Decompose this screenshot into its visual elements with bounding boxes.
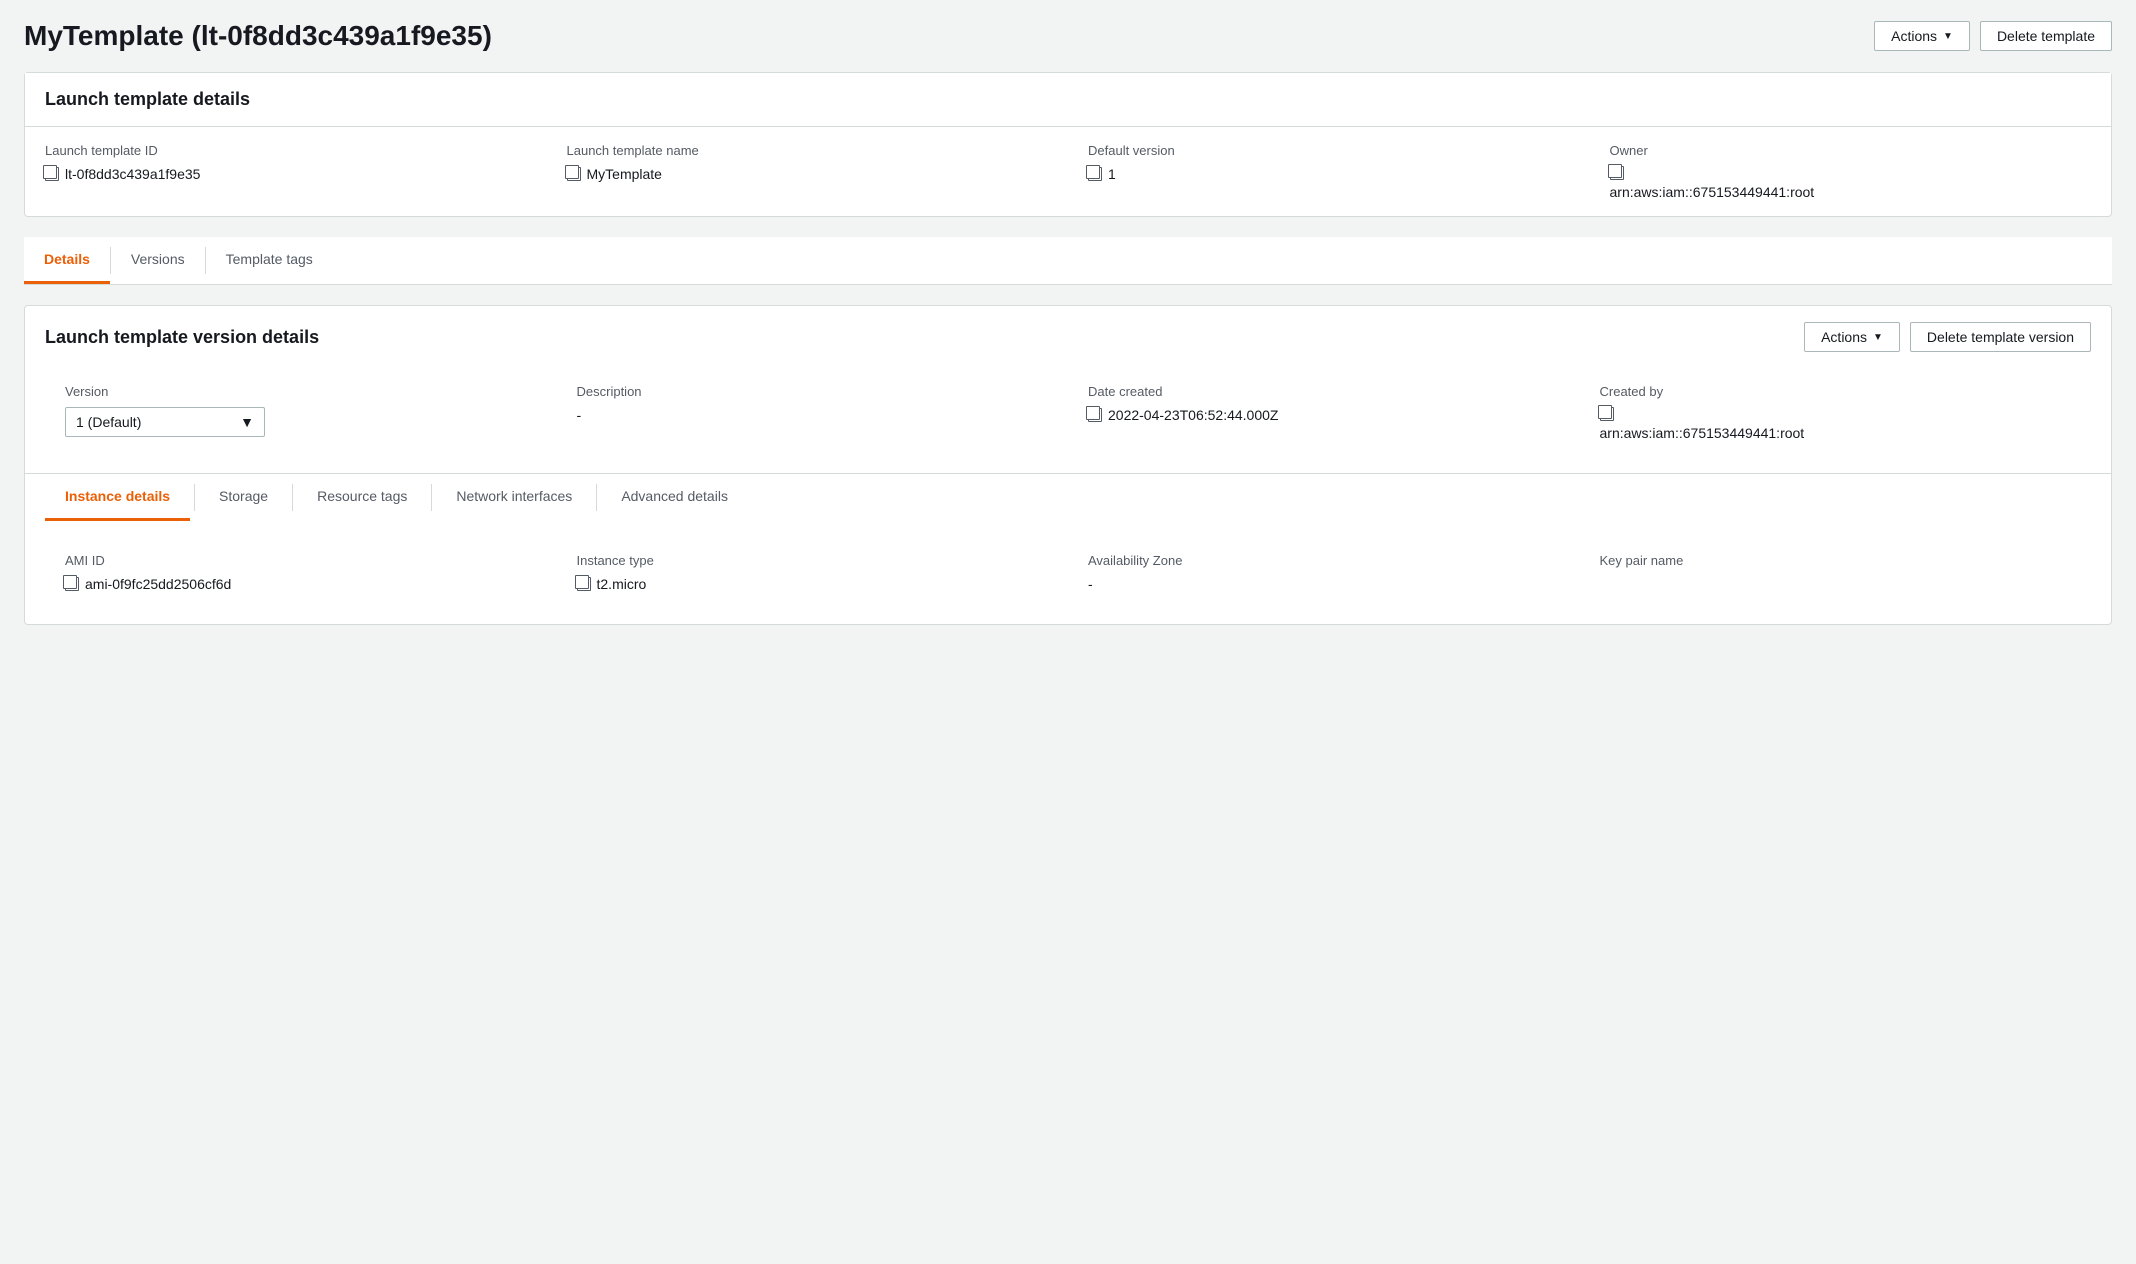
instance-type-label: Instance type <box>577 553 1049 568</box>
instance-type-text: t2.micro <box>597 576 647 592</box>
copy-icon[interactable] <box>1610 166 1624 180</box>
copy-icon[interactable] <box>1088 167 1102 181</box>
inner-tab-instance-details[interactable]: Instance details <box>45 474 190 521</box>
owner-field: Owner arn:aws:iam::675153449441:root <box>1590 127 2112 216</box>
copy-icon[interactable] <box>65 577 79 591</box>
inner-tabs: Instance details Storage Resource tags N… <box>25 473 2111 521</box>
date-created-text: 2022-04-23T06:52:44.000Z <box>1108 407 1278 423</box>
header-actions: Actions ▼ Delete template <box>1874 21 2112 51</box>
copy-icon[interactable] <box>45 167 59 181</box>
instance-type-value: t2.micro <box>577 576 1049 592</box>
version-details-title: Launch template version details <box>45 327 319 348</box>
launch-template-name-text: MyTemplate <box>587 166 662 182</box>
inner-tab-separator-2 <box>292 484 293 511</box>
launch-template-name-label: Launch template name <box>567 143 1049 158</box>
description-label: Description <box>577 384 1049 399</box>
delete-template-version-button[interactable]: Delete template version <box>1910 322 2091 352</box>
launch-template-details-card: Launch template details Launch template … <box>24 72 2112 217</box>
default-version-field: Default version 1 <box>1068 127 1590 216</box>
inner-tab-network-interfaces[interactable]: Network interfaces <box>436 474 592 521</box>
version-actions-label: Actions <box>1821 329 1867 345</box>
copy-icon[interactable] <box>577 577 591 591</box>
launch-template-details-header: Launch template details <box>25 73 2111 127</box>
created-by-field: Created by arn:aws:iam::675153449441:roo… <box>1580 368 2092 457</box>
launch-template-id-value: lt-0f8dd3c439a1f9e35 <box>45 166 527 182</box>
version-select-value: 1 (Default) <box>76 414 141 430</box>
ami-id-label: AMI ID <box>65 553 537 568</box>
inner-tab-separator-4 <box>596 484 597 511</box>
description-value: - <box>577 407 1049 423</box>
launch-template-id-field: Launch template ID lt-0f8dd3c439a1f9e35 <box>25 127 547 216</box>
default-version-label: Default version <box>1088 143 1570 158</box>
launch-template-id-label: Launch template ID <box>45 143 527 158</box>
main-tabs-list: Details Versions Template tags <box>24 237 2112 284</box>
version-label: Version <box>65 384 537 399</box>
version-field: Version 1 (Default) ▼ <box>45 368 557 457</box>
launch-template-id-text: lt-0f8dd3c439a1f9e35 <box>65 166 200 182</box>
chevron-down-icon: ▼ <box>1943 31 1953 42</box>
version-details-card: Launch template version details Actions … <box>24 305 2112 625</box>
inner-tab-storage[interactable]: Storage <box>199 474 288 521</box>
availability-zone-label: Availability Zone <box>1088 553 1560 568</box>
tab-details[interactable]: Details <box>24 237 110 284</box>
version-actions-button[interactable]: Actions ▼ <box>1804 322 1900 352</box>
description-field: Description - <box>557 368 1069 457</box>
inner-tabs-list: Instance details Storage Resource tags N… <box>25 474 2111 521</box>
version-details-actions: Actions ▼ Delete template version <box>1804 322 2091 352</box>
created-by-label: Created by <box>1600 384 2072 399</box>
launch-template-name-field: Launch template name MyTemplate <box>547 127 1069 216</box>
inner-tab-advanced-details[interactable]: Advanced details <box>601 474 748 521</box>
tab-template-tags[interactable]: Template tags <box>206 237 333 284</box>
version-select[interactable]: 1 (Default) ▼ <box>65 407 265 437</box>
page-header: MyTemplate (lt-0f8dd3c439a1f9e35) Action… <box>24 20 2112 52</box>
copy-icon[interactable] <box>1088 408 1102 422</box>
version-details-grid: Version 1 (Default) ▼ Description - Date… <box>25 352 2111 473</box>
tab-versions[interactable]: Versions <box>111 237 205 284</box>
key-pair-name-field: Key pair name <box>1580 537 2092 608</box>
date-created-field: Date created 2022-04-23T06:52:44.000Z <box>1068 368 1580 457</box>
created-by-text: arn:aws:iam::675153449441:root <box>1600 425 1805 441</box>
description-text: - <box>577 407 582 423</box>
copy-icon[interactable] <box>1600 407 1614 421</box>
inner-tab-resource-tags[interactable]: Resource tags <box>297 474 427 521</box>
availability-zone-value: - <box>1088 576 1560 592</box>
availability-zone-field: Availability Zone - <box>1068 537 1580 608</box>
version-details-title-row: Launch template version details Actions … <box>25 306 2111 352</box>
inner-tab-separator-1 <box>194 484 195 511</box>
launch-template-details-title: Launch template details <box>45 89 2091 110</box>
page-title: MyTemplate (lt-0f8dd3c439a1f9e35) <box>24 20 492 52</box>
ami-id-field: AMI ID ami-0f9fc25dd2506cf6d <box>45 537 557 608</box>
actions-label: Actions <box>1891 28 1937 44</box>
owner-label: Owner <box>1610 143 2092 158</box>
instance-type-field: Instance type t2.micro <box>557 537 1069 608</box>
copy-icon[interactable] <box>567 167 581 181</box>
main-tabs: Details Versions Template tags <box>24 237 2112 285</box>
ami-id-value: ami-0f9fc25dd2506cf6d <box>65 576 537 592</box>
chevron-down-icon: ▼ <box>1873 332 1883 343</box>
date-created-label: Date created <box>1088 384 1560 399</box>
created-by-value: arn:aws:iam::675153449441:root <box>1600 407 2072 441</box>
default-version-text: 1 <box>1108 166 1116 182</box>
date-created-value: 2022-04-23T06:52:44.000Z <box>1088 407 1560 423</box>
ami-id-text: ami-0f9fc25dd2506cf6d <box>85 576 231 592</box>
actions-button[interactable]: Actions ▼ <box>1874 21 1970 51</box>
launch-template-name-value: MyTemplate <box>567 166 1049 182</box>
default-version-value: 1 <box>1088 166 1570 182</box>
dropdown-arrow-icon: ▼ <box>240 414 254 430</box>
key-pair-name-label: Key pair name <box>1600 553 2072 568</box>
inner-tab-separator-3 <box>431 484 432 511</box>
owner-text: arn:aws:iam::675153449441:root <box>1610 184 1815 200</box>
availability-zone-text: - <box>1088 576 1093 592</box>
owner-value: arn:aws:iam::675153449441:root <box>1610 166 2092 200</box>
instance-details-grid: AMI ID ami-0f9fc25dd2506cf6d Instance ty… <box>25 521 2111 624</box>
delete-template-button[interactable]: Delete template <box>1980 21 2112 51</box>
launch-template-details-grid: Launch template ID lt-0f8dd3c439a1f9e35 … <box>25 127 2111 216</box>
